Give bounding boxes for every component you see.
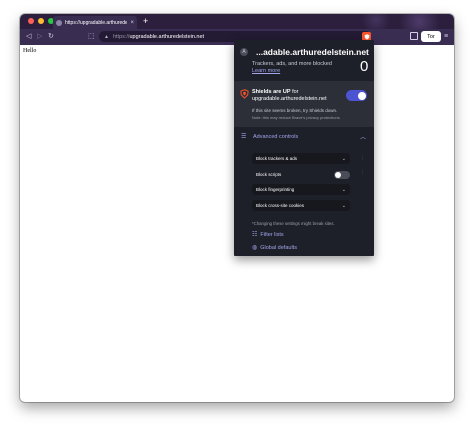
fingerprinting-select[interactable]: Block fingerprinting ⌄ [252, 184, 350, 195]
shields-toggle[interactable] [346, 90, 367, 101]
blocked-label: Trackers, ads, and more blocked [252, 61, 332, 67]
forward-button[interactable]: ▷ [37, 31, 42, 43]
site-header: A ...adable.arthuredelstein.net [240, 47, 369, 57]
blocked-count: 0 [360, 58, 369, 75]
settings-warning: *Changing these settings might break sit… [252, 221, 335, 226]
new-tab-button[interactable]: + [143, 15, 148, 28]
globe-icon: ◍ [252, 245, 258, 251]
shields-status-section: Shields are UP for upgradable.arthuredel… [234, 81, 374, 127]
minimize-window-button[interactable] [38, 18, 44, 24]
block-scripts-toggle[interactable] [334, 171, 350, 179]
url-scheme: https:// [112, 33, 130, 40]
site-name: ...adable.arthuredelstein.net [256, 47, 369, 57]
block-scripts-label: Block scripts [256, 172, 282, 177]
advanced-controls-label: Advanced controls [253, 134, 299, 140]
url-host: upgradable.arthuredelstein.net [129, 33, 205, 40]
chevron-up-icon: ︿ [360, 135, 367, 141]
filter-lists-link[interactable]: ☷ Filter lists [252, 231, 284, 239]
close-window-button[interactable] [28, 18, 34, 24]
tab-close-icon[interactable]: × [130, 20, 134, 26]
back-button[interactable]: ◁ [26, 31, 31, 43]
lock-icon[interactable]: ▲ [104, 34, 109, 40]
tab-title: https://upgradable.arthuredelstein.net [65, 19, 128, 26]
chevron-down-icon: ⌄ [341, 155, 346, 162]
traffic-lights [28, 18, 54, 24]
sliders-icon: ☰ [241, 134, 247, 140]
info-icon[interactable]: ⋮ [360, 155, 365, 161]
bookmark-icon[interactable]: ⬚ [88, 31, 95, 43]
global-defaults-label: Global defaults [260, 244, 297, 251]
page-body-text: Hello [23, 48, 37, 54]
shields-panel: A ...adable.arthuredelstein.net Trackers… [234, 40, 374, 256]
chevron-down-icon: ⌄ [341, 186, 346, 193]
shields-status-for: for [292, 89, 299, 95]
shields-toggle-knob [357, 91, 366, 100]
tab-bar: https://upgradable.arthuredelstein.net ×… [20, 14, 454, 29]
advanced-controls-toggle[interactable]: ☰ Advanced controls ︿ [234, 130, 374, 144]
trackers-select-value: Block trackers & ads [256, 156, 298, 161]
site-favicon: A [240, 48, 248, 56]
cookies-select-value: Block cross-site cookies [256, 203, 305, 208]
tab-active[interactable]: https://upgradable.arthuredelstein.net × [53, 16, 137, 29]
global-defaults-link[interactable]: ◍ Global defaults [252, 244, 297, 252]
filter-lists-label: Filter lists [260, 231, 284, 238]
sidebar-toggle-icon[interactable] [410, 32, 418, 40]
tor-button[interactable]: Tor [421, 31, 441, 42]
learn-more-link[interactable]: Learn more [252, 68, 280, 74]
reload-button[interactable]: ↻ [48, 31, 54, 43]
privacy-note: Note: this may reduce Brave's privacy pr… [252, 115, 340, 120]
fingerprinting-select-value: Block fingerprinting [256, 187, 295, 192]
cookies-select[interactable]: Block cross-site cookies ⌄ [252, 200, 350, 211]
chevron-down-icon: ⌄ [341, 202, 346, 209]
brave-lion-icon [364, 33, 369, 40]
shields-status-text: Shields are UP for [252, 89, 298, 95]
tab-favicon-icon [56, 19, 62, 26]
menu-icon[interactable]: ≡ [444, 31, 448, 43]
broken-site-hint: If this site seems broken, try Shields d… [252, 108, 338, 113]
list-icon: ☷ [252, 232, 258, 238]
info-icon[interactable]: ⋮ [360, 170, 365, 176]
shields-status-strong: Shields are UP [252, 89, 291, 95]
shields-host: upgradable.arthuredelstein.net [252, 96, 327, 102]
block-scripts-toggle-knob [335, 172, 341, 178]
shield-icon [240, 89, 249, 99]
trackers-select[interactable]: Block trackers & ads ⌄ [252, 153, 350, 164]
